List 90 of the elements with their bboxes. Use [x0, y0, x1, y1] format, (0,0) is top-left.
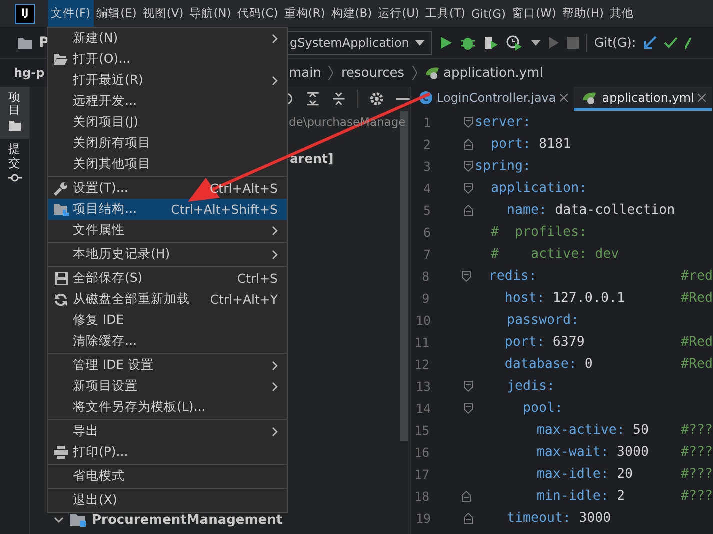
app-logo: IJ	[15, 4, 35, 24]
menu-item[interactable]: 从磁盘全部重新加载 Ctrl+Alt+Y	[48, 289, 287, 310]
line-number: 4	[422, 180, 431, 196]
code-comment: #???	[680, 422, 713, 438]
line-number: 9	[421, 290, 430, 306]
code-line: pool:	[522, 400, 564, 416]
code-line: name: data-collection	[506, 202, 676, 218]
line-number: 11	[414, 334, 430, 350]
line-number: 15	[414, 422, 430, 438]
menu-item[interactable]: 新项目设置	[48, 376, 287, 397]
menu-bar-item[interactable]: 帮助(H)	[559, 0, 607, 27]
menu-bar-item[interactable]: 其他	[607, 0, 637, 27]
project-title: hg-p	[14, 66, 45, 80]
code-comment: #Red	[680, 356, 713, 372]
menu-bar-item[interactable]: 重构(R)	[281, 0, 328, 27]
line-number: 7	[422, 246, 431, 262]
menu-item[interactable]: 远程开发...	[48, 91, 287, 112]
line-number: 3	[422, 158, 431, 174]
menu-item[interactable]: 打印(P)...	[48, 442, 287, 463]
code-line: server:	[475, 114, 532, 130]
menu-bar-item[interactable]: Git(G)	[468, 0, 510, 27]
editor-tab[interactable]: LoginController.java	[411, 87, 574, 111]
breadcrumb-item[interactable]: resources	[341, 66, 404, 80]
code-line: min-idle: 2	[536, 488, 626, 504]
code-line: application:	[490, 180, 588, 196]
menu-item[interactable]: 文件属性	[48, 220, 287, 241]
menu-item[interactable]: 打开最近(R)	[48, 70, 287, 91]
code-comment: #???	[680, 444, 713, 460]
menu-item[interactable]: 退出(X)	[48, 490, 287, 511]
breadcrumb-item[interactable]: application.yml	[424, 66, 544, 80]
line-number: 8	[421, 268, 430, 284]
code-line: port: 6379	[504, 334, 586, 350]
code-line: timeout: 3000	[506, 510, 612, 526]
menu-bar-item[interactable]: 编辑(E)	[94, 0, 140, 27]
menu-bar-item[interactable]: 运行(U)	[375, 0, 423, 27]
breadcrumb-item[interactable]: main	[289, 66, 322, 80]
code-comment: # active: dev	[490, 246, 620, 262]
line-number: 13	[414, 378, 431, 394]
menu-bar-item[interactable]: 导航(N)	[186, 0, 234, 27]
line-number: 5	[422, 202, 431, 218]
menu-item[interactable]: 管理 IDE 设置	[48, 355, 287, 376]
module-label: arent]	[290, 151, 334, 166]
code-comment: #red	[680, 268, 713, 284]
code-line: spring:	[475, 158, 532, 174]
menu-item[interactable]: 修复 IDE	[48, 310, 287, 331]
line-number: 18	[414, 488, 430, 504]
tool-window-button[interactable]: 项目	[0, 87, 29, 140]
menu-item[interactable]: 关闭其他项目	[48, 154, 287, 175]
code-line: jedis:	[506, 378, 556, 394]
menu-item[interactable]: 本地历史记录(H)	[48, 244, 287, 265]
menu-item[interactable]: 关闭项目(J)	[48, 112, 287, 133]
menu-bar-item[interactable]: 视图(V)	[140, 0, 187, 27]
line-number: 2	[422, 136, 431, 152]
menu-bar-item[interactable]: 窗口(W)	[509, 0, 560, 27]
line-number: 17	[414, 466, 430, 482]
code-comment: #???	[680, 466, 713, 482]
code-line: max-idle: 20	[536, 466, 634, 482]
menu-bar-item[interactable]: 代码(C)	[234, 0, 282, 27]
menu-item[interactable]: 全部保存(S) Ctrl+S	[48, 268, 287, 289]
menu-item[interactable]: 关闭所有项目	[48, 133, 287, 154]
code-line: port: 8181	[490, 136, 572, 152]
code-line: redis:	[488, 268, 538, 284]
tree-item[interactable]: ProcurementManagement	[30, 509, 398, 531]
line-number: 6	[422, 224, 431, 240]
line-number: 14	[414, 400, 431, 416]
code-line: host: 127.0.0.1	[504, 290, 626, 306]
tool-window-button[interactable]: 提交	[0, 139, 29, 190]
menu-bar-item[interactable]: 构建(B)	[328, 0, 376, 27]
line-number: 12	[414, 356, 430, 372]
line-number: 16	[414, 444, 430, 460]
editor-tab[interactable]: application.yml	[574, 87, 712, 111]
code-comment: #Red	[680, 290, 713, 306]
code-comment: # profiles:	[490, 224, 588, 240]
menu-item[interactable]: 省电模式	[48, 466, 287, 487]
line-number: 19	[414, 510, 431, 526]
code-comment: #???	[680, 488, 713, 504]
menu-item[interactable]: 导出	[48, 421, 287, 442]
code-line: database: 0	[504, 356, 594, 372]
code-comment: #Red	[680, 334, 713, 350]
menu-bar-item[interactable]: 文件(F)	[48, 0, 94, 27]
line-number: 1	[422, 114, 431, 130]
code-line: max-active: 50	[536, 422, 650, 438]
git-label: Git(G):	[594, 35, 636, 50]
code-line: max-wait: 3000	[536, 444, 650, 460]
menu-bar-item[interactable]: 工具(T)	[422, 0, 469, 27]
line-number: 10	[414, 312, 431, 328]
menu-item[interactable]: 将文件另存为模板(L)...	[48, 397, 287, 418]
menu-item[interactable]: 项目结构... Ctrl+Alt+Shift+S	[48, 199, 287, 220]
code-line: password:	[506, 312, 580, 328]
menu-item[interactable]: 清除缓存...	[48, 331, 287, 352]
